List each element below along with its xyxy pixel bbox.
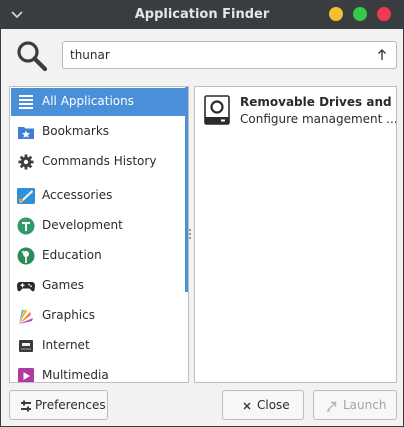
category-education[interactable]: Education xyxy=(11,242,187,270)
minimize-button[interactable] xyxy=(329,7,343,21)
multimedia-icon xyxy=(18,368,34,382)
result-item[interactable]: Removable Drives and ... Configure manag… xyxy=(195,90,396,130)
preferences-icon xyxy=(21,400,31,412)
category-development[interactable]: Development xyxy=(11,212,187,240)
internet-icon xyxy=(19,340,33,352)
category-label: All Applications xyxy=(42,94,134,108)
accessories-icon xyxy=(17,188,35,204)
gear-icon xyxy=(18,154,34,170)
close-icon xyxy=(243,402,251,410)
category-bookmarks[interactable]: Bookmarks xyxy=(11,118,187,146)
category-label: Commands History xyxy=(42,154,157,168)
category-label: Games xyxy=(42,278,84,292)
app-finder-window: Application Finder All Applications xyxy=(0,0,404,427)
launch-label: Launch xyxy=(343,398,387,412)
category-graphics[interactable]: Graphics xyxy=(11,302,187,330)
preferences-button[interactable]: Preferences xyxy=(9,390,108,420)
category-label: Accessories xyxy=(42,188,113,202)
development-icon xyxy=(17,217,35,235)
category-multimedia[interactable]: Multimedia xyxy=(11,362,187,382)
category-all-applications[interactable]: All Applications xyxy=(11,88,187,116)
maximize-button[interactable] xyxy=(353,7,367,21)
category-label: Bookmarks xyxy=(42,124,110,138)
category-internet[interactable]: Internet xyxy=(11,332,187,360)
education-icon xyxy=(17,247,35,265)
title-bar[interactable]: Application Finder xyxy=(1,1,403,29)
result-description: Configure management ... xyxy=(240,112,397,126)
search-field[interactable] xyxy=(62,41,397,69)
arrow-up-icon[interactable] xyxy=(375,47,389,63)
category-label: Multimedia xyxy=(42,368,109,382)
pane-resize-handle[interactable] xyxy=(189,229,191,239)
launch-icon xyxy=(327,401,337,412)
close-window-button[interactable] xyxy=(377,7,391,21)
launch-button[interactable]: Launch xyxy=(313,390,397,420)
category-scrollbar[interactable] xyxy=(185,87,188,292)
category-label: Graphics xyxy=(42,308,95,322)
list-icon xyxy=(19,95,33,109)
graphics-icon xyxy=(19,309,33,324)
category-label: Education xyxy=(42,248,102,262)
result-title: Removable Drives and ... xyxy=(240,95,397,109)
category-games[interactable]: Games xyxy=(11,272,187,300)
close-button[interactable]: Close xyxy=(222,390,304,420)
gamepad-icon xyxy=(17,282,35,292)
category-list[interactable]: All Applications Bookmarks Commands Hist… xyxy=(9,86,189,383)
category-commands-history[interactable]: Commands History xyxy=(11,148,187,176)
category-label: Internet xyxy=(42,338,90,352)
category-accessories[interactable]: Accessories xyxy=(11,182,187,210)
bookmark-folder-icon xyxy=(18,127,34,139)
removable-drive-icon xyxy=(204,95,230,125)
preferences-label: Preferences xyxy=(35,398,106,412)
category-label: Development xyxy=(42,218,123,232)
close-label: Close xyxy=(257,398,290,412)
search-input[interactable] xyxy=(70,46,360,64)
results-list[interactable]: Removable Drives and ... Configure manag… xyxy=(194,86,397,383)
search-icon xyxy=(17,41,48,72)
